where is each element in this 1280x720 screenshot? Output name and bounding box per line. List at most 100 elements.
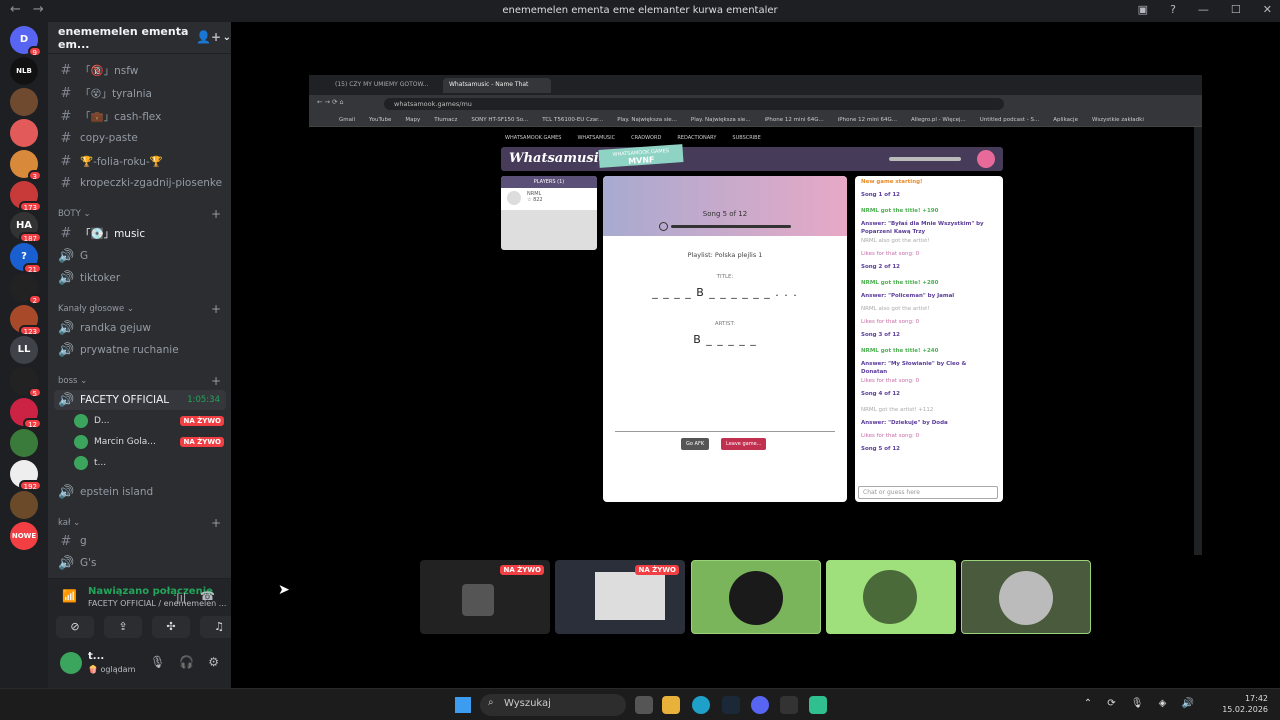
server-icon[interactable] <box>10 88 38 116</box>
server-icon[interactable]: D9 <box>10 26 42 57</box>
server-icon[interactable] <box>10 491 38 519</box>
site-nav-link[interactable]: SUBSCRIBE <box>732 135 760 141</box>
help-icon[interactable]: ? <box>1170 3 1176 16</box>
clock[interactable]: 17:42 15.02.2026 <box>1222 693 1268 715</box>
chat-input[interactable]: Chat or guess here <box>858 486 998 499</box>
stream-tile-2[interactable]: NA ŻYWO <box>555 560 685 634</box>
camera-off-button[interactable]: ⊘ <box>56 616 94 638</box>
category-kal[interactable]: kał ⌄ + <box>58 516 223 530</box>
pause-icon[interactable] <box>659 222 668 231</box>
browser-tab-1[interactable]: (15) CZY MY UMIEMY GOTOW... <box>329 78 441 93</box>
microphone-icon[interactable]: 🎙 <box>150 655 165 669</box>
category-boty[interactable]: BOTY ⌄ + <box>58 207 223 221</box>
inbox-icon[interactable]: ▣ <box>1138 3 1148 16</box>
gear-icon[interactable]: ⚙ <box>208 655 219 669</box>
server-icon[interactable]: LL <box>10 336 38 364</box>
channel-prywatne[interactable]: 🔊 prywatne ruchanie <box>54 340 226 360</box>
server-icon[interactable]: ? 21 <box>10 243 42 274</box>
voice-user[interactable]: t... <box>74 454 224 472</box>
edge-icon[interactable] <box>692 696 710 714</box>
nav-icons[interactable]: ← → ⟳ ⌂ <box>317 98 344 106</box>
avatar[interactable] <box>60 652 82 674</box>
volume-slider[interactable] <box>889 157 961 161</box>
url-field[interactable]: whatsamook.games/mu <box>384 98 1004 110</box>
server-icon[interactable]: 12 <box>10 398 42 429</box>
channel-g[interactable]: 🔊 G <box>54 246 226 266</box>
app-icon-2[interactable] <box>809 696 827 714</box>
channel-copy-paste[interactable]: # copy-paste <box>54 128 226 148</box>
windows-start-icon[interactable] <box>455 697 471 713</box>
server-icon[interactable]: NOWE <box>10 522 38 550</box>
bookmark-item[interactable]: SONY HT-SF150 So... <box>471 117 528 123</box>
invite-icon[interactable]: 👤+ <box>196 30 221 44</box>
server-header[interactable]: enememelen ementa em... ⌄ 👤+ <box>48 22 231 54</box>
bookmark-item[interactable]: YouTube <box>369 117 391 123</box>
voice-user[interactable]: Marcin Gola... NA ŻYWO <box>74 433 224 451</box>
user-tile-3[interactable] <box>961 560 1091 634</box>
channel-facety-official[interactable]: 🔊 FACETY OFFICIAL 1:05:34 <box>54 390 226 410</box>
file-explorer-icon[interactable] <box>662 696 680 714</box>
server-icon[interactable]: 3 <box>10 150 42 181</box>
steam-icon[interactable] <box>722 696 740 714</box>
app-icon[interactable] <box>780 696 798 714</box>
leave-game-button[interactable]: Leave game... <box>721 438 767 450</box>
server-icon[interactable] <box>10 119 38 147</box>
channel-tyralnia[interactable]: # 「😵」tyralnia <box>54 83 226 103</box>
voice-user[interactable]: D... NA ŻYWO <box>74 412 224 430</box>
bookmark-item[interactable]: iPhone 12 mini 64G... <box>765 117 824 123</box>
page-scrollbar[interactable] <box>1196 127 1202 555</box>
maximize-button[interactable]: ☐ <box>1231 3 1241 16</box>
plus-icon[interactable]: + <box>211 374 221 388</box>
site-nav-link[interactable]: REDACTIONARY <box>677 135 716 141</box>
activities-button[interactable]: ✣ <box>152 616 190 638</box>
server-icon[interactable]: 5 <box>10 367 42 398</box>
plus-icon[interactable]: + <box>211 302 221 316</box>
headphones-icon[interactable]: 🎧 <box>179 655 194 669</box>
bookmark-item[interactable]: Tłumacz <box>434 117 457 123</box>
category-boss[interactable]: boss ⌄ + <box>58 374 223 388</box>
plus-icon[interactable]: + <box>211 516 221 530</box>
channel-nsfw[interactable]: # 「🔞」nsfw <box>54 60 226 80</box>
site-nav-link[interactable]: WHATSAMOOK.GAMES <box>505 135 561 141</box>
disconnect-icon[interactable]: ☎ <box>200 589 215 603</box>
bookmark-item[interactable]: iPhone 12 mini 64G... <box>838 117 897 123</box>
channel-kropeczki[interactable]: # kropeczki-zgadnij-piosenke <box>54 173 226 193</box>
task-view-icon[interactable] <box>635 696 653 714</box>
plus-icon[interactable]: + <box>211 207 221 221</box>
noise-suppression-icon[interactable]: |ı| <box>176 591 186 604</box>
site-nav-link[interactable]: WHATSAMUSIC <box>577 135 615 141</box>
channel-g-lower[interactable]: # g <box>54 531 226 551</box>
bookmark-item[interactable]: TCL T56100-EU Czar... <box>542 117 603 123</box>
discord-icon[interactable] <box>751 696 769 714</box>
system-tray[interactable]: ⌃ ⟳ 🎙 ◈ 🔊 <box>1084 698 1200 709</box>
bookmark-item[interactable]: Mapy <box>405 117 420 123</box>
user-tile-2[interactable] <box>826 560 956 634</box>
minimize-button[interactable]: — <box>1198 3 1209 16</box>
bookmark-item[interactable]: Wszystkie zakładki <box>1092 117 1144 123</box>
bookmark-item[interactable]: Play. Największa sie... <box>617 117 677 123</box>
server-icon[interactable]: 123 <box>10 305 42 336</box>
close-button[interactable]: ✕ <box>1263 3 1272 16</box>
menu-button[interactable] <box>977 150 995 168</box>
channel-randka[interactable]: 🔊 randka gejuw <box>54 318 226 338</box>
channel-cash-flex[interactable]: # 「💼」cash-flex <box>54 106 226 126</box>
server-icon[interactable] <box>10 429 38 457</box>
category-kanaly[interactable]: Kanały głosowe ⌄ + <box>58 302 223 316</box>
bookmark-item[interactable]: Allegro.pl - Więcej... <box>911 117 966 123</box>
channel-epstein[interactable]: 🔊 epstein island <box>54 482 226 502</box>
signal-icon[interactable]: 📶 <box>62 589 77 603</box>
user-tile-1[interactable] <box>691 560 821 634</box>
screen-share-button[interactable]: ⇪ <box>104 616 142 638</box>
server-icon[interactable]: 2 <box>10 274 42 305</box>
server-icon[interactable]: HA 187 <box>10 212 42 243</box>
server-icon[interactable]: NLB <box>10 57 38 85</box>
go-afk-button[interactable]: Go AFK <box>681 438 710 450</box>
channel-tiktoker[interactable]: 🔊 tiktoker <box>54 268 226 288</box>
stream-tile-1[interactable]: NA ŻYWO <box>420 560 550 634</box>
site-nav-link[interactable]: CRADWORD <box>631 135 661 141</box>
bookmark-item[interactable]: Aplikacje <box>1053 117 1078 123</box>
browser-tab-2[interactable]: Whatsamusic - Name That <box>443 78 551 93</box>
channel-folia-roku[interactable]: # 🏆-folia-roku-🏆 <box>54 151 226 171</box>
bookmark-item[interactable]: Play. Największa sie... <box>691 117 751 123</box>
bookmark-item[interactable]: Untitled podcast - S... <box>980 117 1040 123</box>
